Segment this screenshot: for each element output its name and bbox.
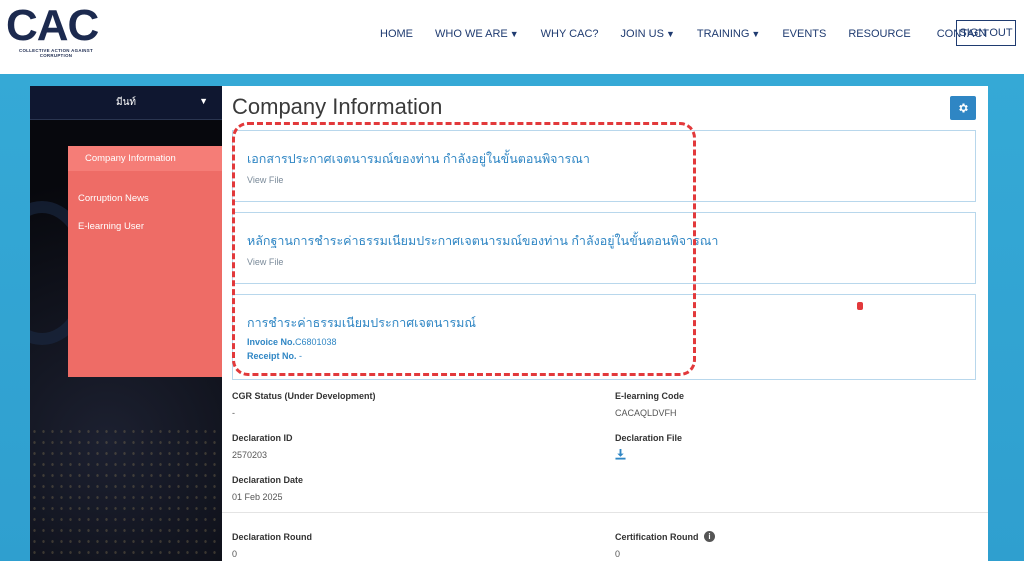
declaration-date-value: 01 Feb 2025: [232, 492, 283, 502]
nav-events[interactable]: EVENTS: [782, 28, 826, 40]
sidebar-item-label: Company Information: [85, 153, 176, 164]
sidebar-item-elearning-user[interactable]: E-learning User: [78, 221, 144, 232]
decorative-dust: [30, 426, 222, 561]
nav-join-us[interactable]: JOIN US ▼: [621, 28, 675, 40]
declaration-id-value: 2570203: [232, 450, 268, 460]
declaration-round-label: Declaration Round: [232, 532, 313, 542]
annotation-dot: [857, 302, 863, 310]
info-icon[interactable]: i: [704, 531, 715, 542]
sign-out-button[interactable]: SIGN OUT: [956, 20, 1016, 46]
settings-button[interactable]: [950, 96, 976, 120]
caret-down-icon: ▼: [199, 96, 208, 106]
caret-down-icon: ▼: [751, 29, 761, 39]
nav-label: RESOURCE: [848, 28, 911, 40]
main-nav: HOME WHO WE ARE ▼ WHY CAC? JOIN US ▼ TRA…: [380, 20, 1011, 48]
certification-round-value: 0: [615, 549, 621, 559]
nav-label: HOME: [380, 28, 413, 40]
page-title: Company Information: [232, 94, 443, 119]
nav-why-cac[interactable]: WHY CAC?: [541, 28, 599, 40]
annotation-dashed-outline: [232, 122, 696, 376]
caret-down-icon: ▼: [665, 29, 675, 39]
gear-icon: [959, 103, 968, 113]
site-header: CAC COLLECTIVE ACTION AGAINST CORRUPTION…: [0, 0, 1024, 74]
declaration-round-value: 0: [232, 549, 238, 559]
user-name: มีนท์: [115, 97, 137, 108]
nav-training[interactable]: TRAINING ▼: [697, 28, 760, 40]
nav-label: JOIN US: [620, 28, 664, 40]
nav-label: EVENTS: [782, 28, 827, 40]
sidebar-menu: Company Information Corruption News E-le…: [68, 146, 222, 377]
elearning-code-label: E-learning Code: [615, 391, 685, 401]
cgr-status-label: CGR Status (Under Development): [232, 391, 376, 401]
nav-label: TRAINING: [696, 28, 750, 40]
declaration-date-label: Declaration Date: [232, 475, 304, 485]
elearning-code-value: CACAQLDVFH: [615, 408, 677, 418]
nav-label: WHO WE ARE: [435, 28, 508, 40]
cac-logo[interactable]: CAC COLLECTIVE ACTION AGAINST CORRUPTION: [4, 4, 104, 60]
section-divider: [222, 512, 988, 513]
user-menu-toggle[interactable]: มีนท์ ▼: [30, 86, 222, 120]
sidebar: มีนท์ ▼ Company Information Corruption N…: [30, 86, 222, 561]
nav-home[interactable]: HOME: [380, 28, 413, 40]
declaration-id-label: Declaration ID: [232, 433, 293, 443]
cgr-status-value: -: [232, 408, 235, 418]
certification-round-label: Certification Round: [615, 532, 699, 542]
logo-subtitle: COLLECTIVE ACTION AGAINST CORRUPTION: [18, 48, 93, 58]
declaration-file-label: Declaration File: [615, 433, 683, 443]
nav-label: WHY CAC?: [540, 28, 599, 40]
logo-text: CAC: [6, 1, 99, 50]
caret-down-icon: ▼: [509, 29, 519, 39]
nav-resource[interactable]: RESOURCE: [848, 28, 910, 40]
download-icon[interactable]: [615, 449, 626, 460]
sidebar-item-corruption-news[interactable]: Corruption News: [78, 193, 149, 204]
nav-who-we-are[interactable]: WHO WE ARE ▼: [435, 28, 519, 40]
sidebar-item-company-information[interactable]: Company Information: [68, 146, 222, 171]
